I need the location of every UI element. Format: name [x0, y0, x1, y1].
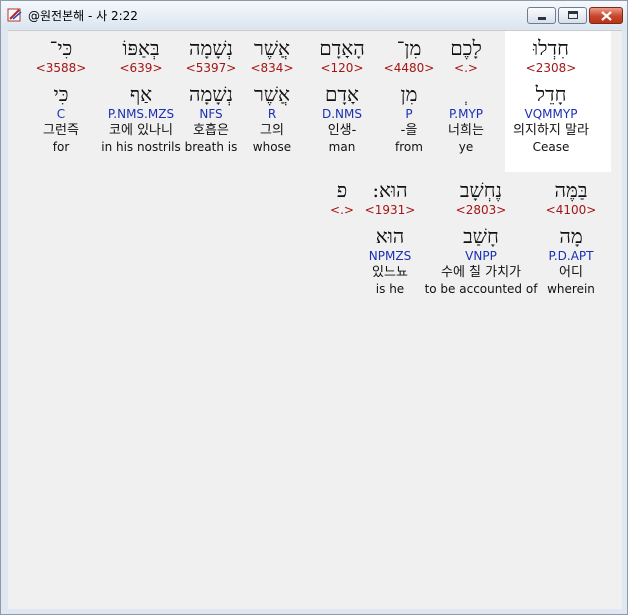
- app-icon: [7, 8, 22, 22]
- hebrew-word: כִּי־: [49, 36, 73, 60]
- english-gloss: for: [52, 140, 70, 154]
- hebrew-word: פ: [336, 178, 348, 202]
- interlinear-view[interactable]: חִדְלוּ <2308> חָדֵל VQMMYP 의지하지 말라 Cease לָכֶ…: [8, 30, 622, 609]
- strong-number[interactable]: <.>: [282, 203, 402, 217]
- close-button[interactable]: [589, 7, 623, 24]
- window-title: @원전본해 - 사 2:22: [28, 9, 138, 23]
- english-gloss: [282, 282, 402, 296]
- word-column[interactable]: כִּי־ <3588> כִּי C 그런즉 for: [1, 35, 121, 154]
- lemma-word: [282, 223, 402, 249]
- morphology-code: [282, 249, 402, 263]
- strong-number[interactable]: <3588>: [1, 61, 121, 75]
- lemma-word: כִּי: [53, 82, 69, 106]
- app-window: @원전본해 - 사 2:22 חִדְלוּ <2308> חָדֵל VQMMYP 의…: [0, 0, 628, 615]
- korean-gloss: [282, 264, 402, 282]
- close-icon: [601, 11, 612, 21]
- minimize-button[interactable]: [527, 7, 556, 24]
- maximize-button[interactable]: [558, 7, 587, 24]
- word-column[interactable]: פ <.>: [282, 177, 402, 296]
- morphology-code: C: [56, 107, 66, 121]
- korean-gloss: 그런즉: [43, 123, 79, 138]
- title-bar[interactable]: @원전본해 - 사 2:22: [1, 1, 627, 29]
